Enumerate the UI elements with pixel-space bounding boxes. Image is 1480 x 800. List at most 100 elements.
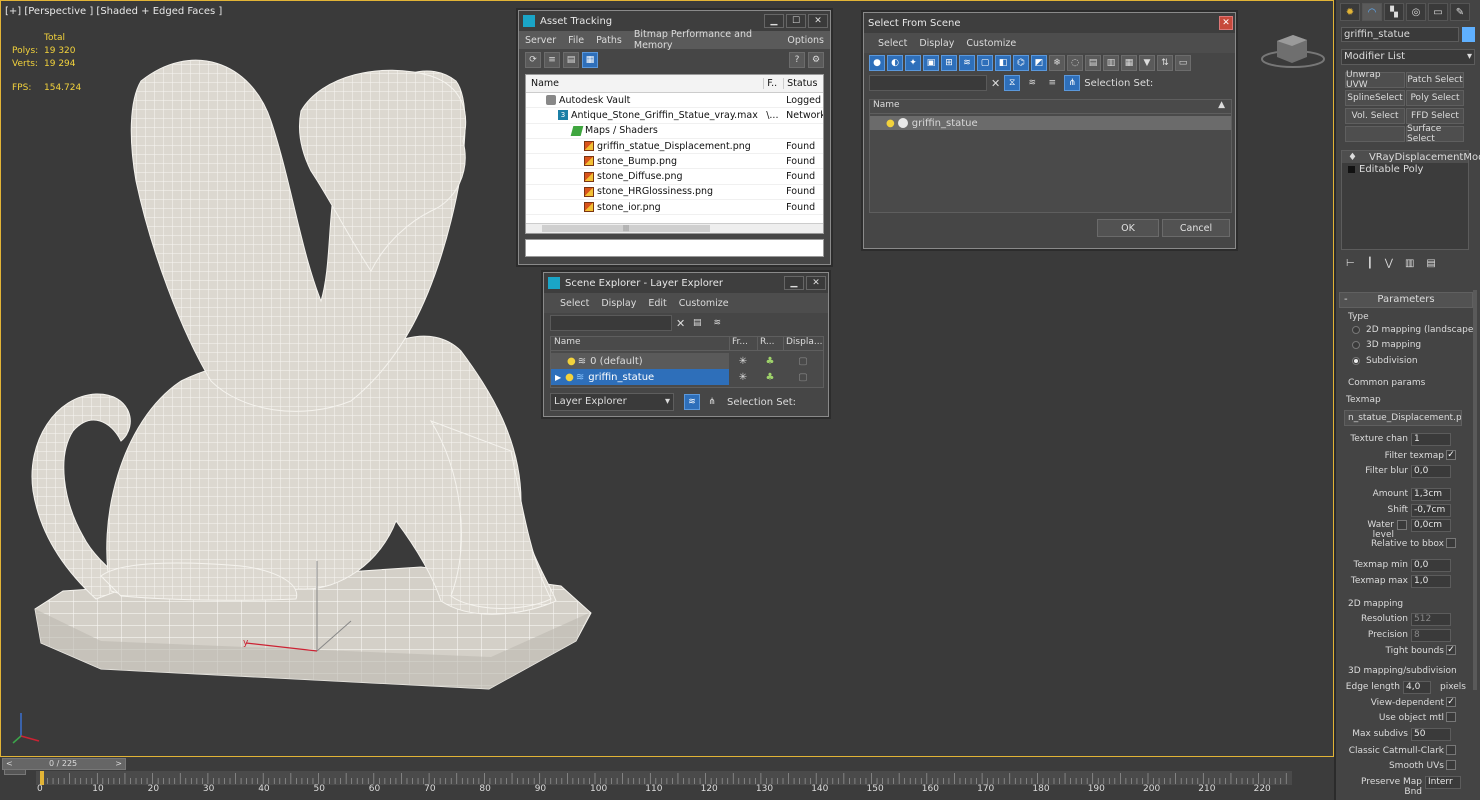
refresh-icon[interactable]: ⟳ (525, 52, 541, 68)
help-icon[interactable]: ? (789, 52, 805, 68)
xrefs-filter-icon[interactable]: ◧ (995, 55, 1011, 71)
filter-toggle-icon[interactable]: ⧖ (1004, 75, 1021, 91)
render-teapot-icon[interactable]: ♣ (757, 372, 783, 383)
texture-chan-spinner[interactable]: 1 (1411, 433, 1451, 446)
explorer-type-dropdown[interactable]: Layer Explorer ▾ (550, 393, 674, 411)
display-all-icon[interactable]: ▤ (1085, 55, 1101, 71)
col-name[interactable]: Name (526, 78, 763, 89)
sort-icon[interactable]: ⇅ (1157, 55, 1173, 71)
scene-object-list[interactable]: Name ▲ ● griffin_statue (869, 99, 1232, 213)
search-input[interactable] (869, 75, 987, 91)
asset-row[interactable]: Maps / Shaders (526, 124, 823, 139)
cancel-button[interactable]: Cancel (1162, 219, 1230, 237)
timeline-ruler[interactable] (0, 771, 1334, 800)
slider-prev-icon[interactable]: < (6, 759, 13, 769)
asset-row[interactable]: griffin_statue_Displacement.png Found (526, 139, 823, 155)
display-box-icon[interactable]: ▢ (783, 356, 823, 367)
slider-next-icon[interactable]: > (115, 759, 122, 769)
containers-filter-icon[interactable]: ◩ (1031, 55, 1047, 71)
radio-3d-mapping[interactable] (1352, 341, 1360, 349)
list-item[interactable]: ● griffin_statue (870, 116, 1231, 130)
parameters-rollout-header[interactable]: - Parameters (1339, 292, 1473, 308)
precision-spinner[interactable]: 8 (1411, 629, 1451, 642)
timeline[interactable]: ▤ < 0 / 225 > 01020304050607080901001101… (0, 757, 1334, 800)
modifier-stack[interactable]: ♦ VRayDisplacementMod Editable Poly (1341, 150, 1480, 250)
hierarchy-mode-icon[interactable]: ⋔ (704, 394, 720, 410)
list-icon[interactable]: ≡ (544, 52, 560, 68)
menu-paths[interactable]: Paths (590, 35, 628, 46)
menu-server[interactable]: Server (519, 35, 562, 46)
select-from-scene-window[interactable]: Select From Scene ✕ Select Display Custo… (863, 12, 1236, 249)
max-subdivs-spinner[interactable]: 50 (1411, 728, 1451, 741)
col-display[interactable]: Displa... (783, 337, 823, 350)
motion-tab-icon[interactable]: ◎ (1406, 3, 1426, 21)
smooth-uvs-checkbox[interactable] (1446, 760, 1456, 770)
col-status[interactable]: Status (783, 78, 823, 89)
filter-texmap-checkbox[interactable]: ✓ (1446, 450, 1456, 460)
layers-mode-icon[interactable]: ≋ (684, 394, 700, 410)
view-dependent-checkbox[interactable]: ✓ (1446, 697, 1456, 707)
cameras-filter-icon[interactable]: ▣ (923, 55, 939, 71)
modifier-list-dropdown[interactable]: Modifier List ▾ (1341, 49, 1475, 65)
asset-row[interactable]: stone_Bump.png Found (526, 154, 823, 170)
time-slider[interactable]: < 0 / 225 > (2, 758, 126, 770)
empty-modifier-button[interactable] (1345, 126, 1405, 142)
command-panel-scrollbar[interactable] (1473, 290, 1477, 690)
expand-arrow-icon[interactable]: ▶ (555, 373, 561, 382)
vol-select-button[interactable]: Vol. Select (1345, 108, 1405, 124)
unwrap-uvw-button[interactable]: Unwrap UVW (1345, 70, 1405, 90)
clear-search-icon[interactable]: ✕ (676, 317, 685, 330)
viewport-label[interactable]: [+] [Perspective ] [Shaded + Edged Faces… (5, 6, 222, 17)
asset-row[interactable]: Autodesk Vault Logged (526, 93, 823, 109)
col-f[interactable]: F.. (763, 78, 783, 89)
menu-options[interactable]: Options (781, 35, 830, 46)
display-tab-icon[interactable]: ▭ (1428, 3, 1448, 21)
close-button[interactable]: ✕ (806, 276, 826, 290)
groups-filter-icon[interactable]: ▢ (977, 55, 993, 71)
stack-icon[interactable]: ≡ (1044, 75, 1060, 91)
expand-box-icon[interactable] (1348, 165, 1355, 173)
new-layer-icon[interactable]: ≋ (709, 315, 725, 331)
utilities-tab-icon[interactable]: ✎ (1450, 3, 1470, 21)
scroll-thumb[interactable]: ||| (542, 225, 710, 232)
texmap-max-spinner[interactable]: 1,0 (1411, 575, 1451, 588)
radio-subdivision[interactable] (1352, 357, 1360, 365)
make-unique-icon[interactable]: ⋁ (1385, 258, 1393, 269)
frozen-filter-icon[interactable]: ❄ (1049, 55, 1065, 71)
search-input[interactable] (550, 315, 672, 331)
surface-select-button[interactable]: Surface Select (1406, 124, 1464, 144)
texmap-button[interactable]: n_statue_Displacement.png) (1344, 410, 1462, 426)
tight-bounds-checkbox[interactable]: ✓ (1446, 645, 1456, 655)
water-level-spinner[interactable]: 0,0cm (1411, 519, 1451, 532)
amount-spinner[interactable]: 1,3cm (1411, 488, 1451, 501)
stack-item[interactable]: Editable Poly (1342, 163, 1468, 175)
options-icon[interactable]: ⚙ (808, 52, 824, 68)
light-bulb-icon[interactable]: ● (567, 356, 576, 367)
asset-tree[interactable]: Name F.. Status Autodesk Vault Logged 3A… (525, 74, 824, 234)
hierarchy-tab-icon[interactable]: ▚ (1384, 3, 1404, 21)
invert-display-icon[interactable]: ▦ (1121, 55, 1137, 71)
bones-filter-icon[interactable]: ⌬ (1013, 55, 1029, 71)
render-teapot-icon[interactable]: ♣ (757, 356, 783, 367)
menu-select[interactable]: Select (872, 38, 913, 49)
clear-search-icon[interactable]: ✕ (991, 77, 1000, 90)
asset-tracking-titlebar[interactable]: Asset Tracking ▁ ☐ ✕ (519, 11, 830, 31)
menu-edit[interactable]: Edit (642, 298, 672, 309)
asset-tracking-window[interactable]: Asset Tracking ▁ ☐ ✕ Server File Paths B… (518, 10, 831, 265)
hierarchy-icon[interactable]: ⋔ (1064, 75, 1081, 91)
texmap-min-spinner[interactable]: 0,0 (1411, 559, 1451, 572)
object-name-field[interactable]: griffin_statue (1341, 27, 1459, 42)
asset-row[interactable]: stone_HRGlossiness.png Found (526, 185, 823, 201)
light-bulb-icon[interactable]: ● (886, 118, 895, 129)
remove-modifier-icon[interactable]: ▥ (1405, 258, 1414, 269)
edge-length-spinner[interactable]: 4,0 (1403, 681, 1431, 694)
scene-explorer-window[interactable]: Scene Explorer - Layer Explorer ▁ ✕ Sele… (543, 272, 829, 417)
use-object-mtl-checkbox[interactable] (1446, 712, 1456, 722)
col-name[interactable]: Name (551, 337, 729, 350)
preserve-map-dropdown[interactable]: Interr (1425, 776, 1461, 789)
menu-display[interactable]: Display (595, 298, 642, 309)
filter-funnel-icon[interactable]: ▼ (1139, 55, 1155, 71)
lights-filter-icon[interactable]: ✦ (905, 55, 921, 71)
modify-tab-icon[interactable]: ◠ (1362, 3, 1382, 21)
horizontal-scrollbar[interactable]: ||| (526, 223, 823, 233)
